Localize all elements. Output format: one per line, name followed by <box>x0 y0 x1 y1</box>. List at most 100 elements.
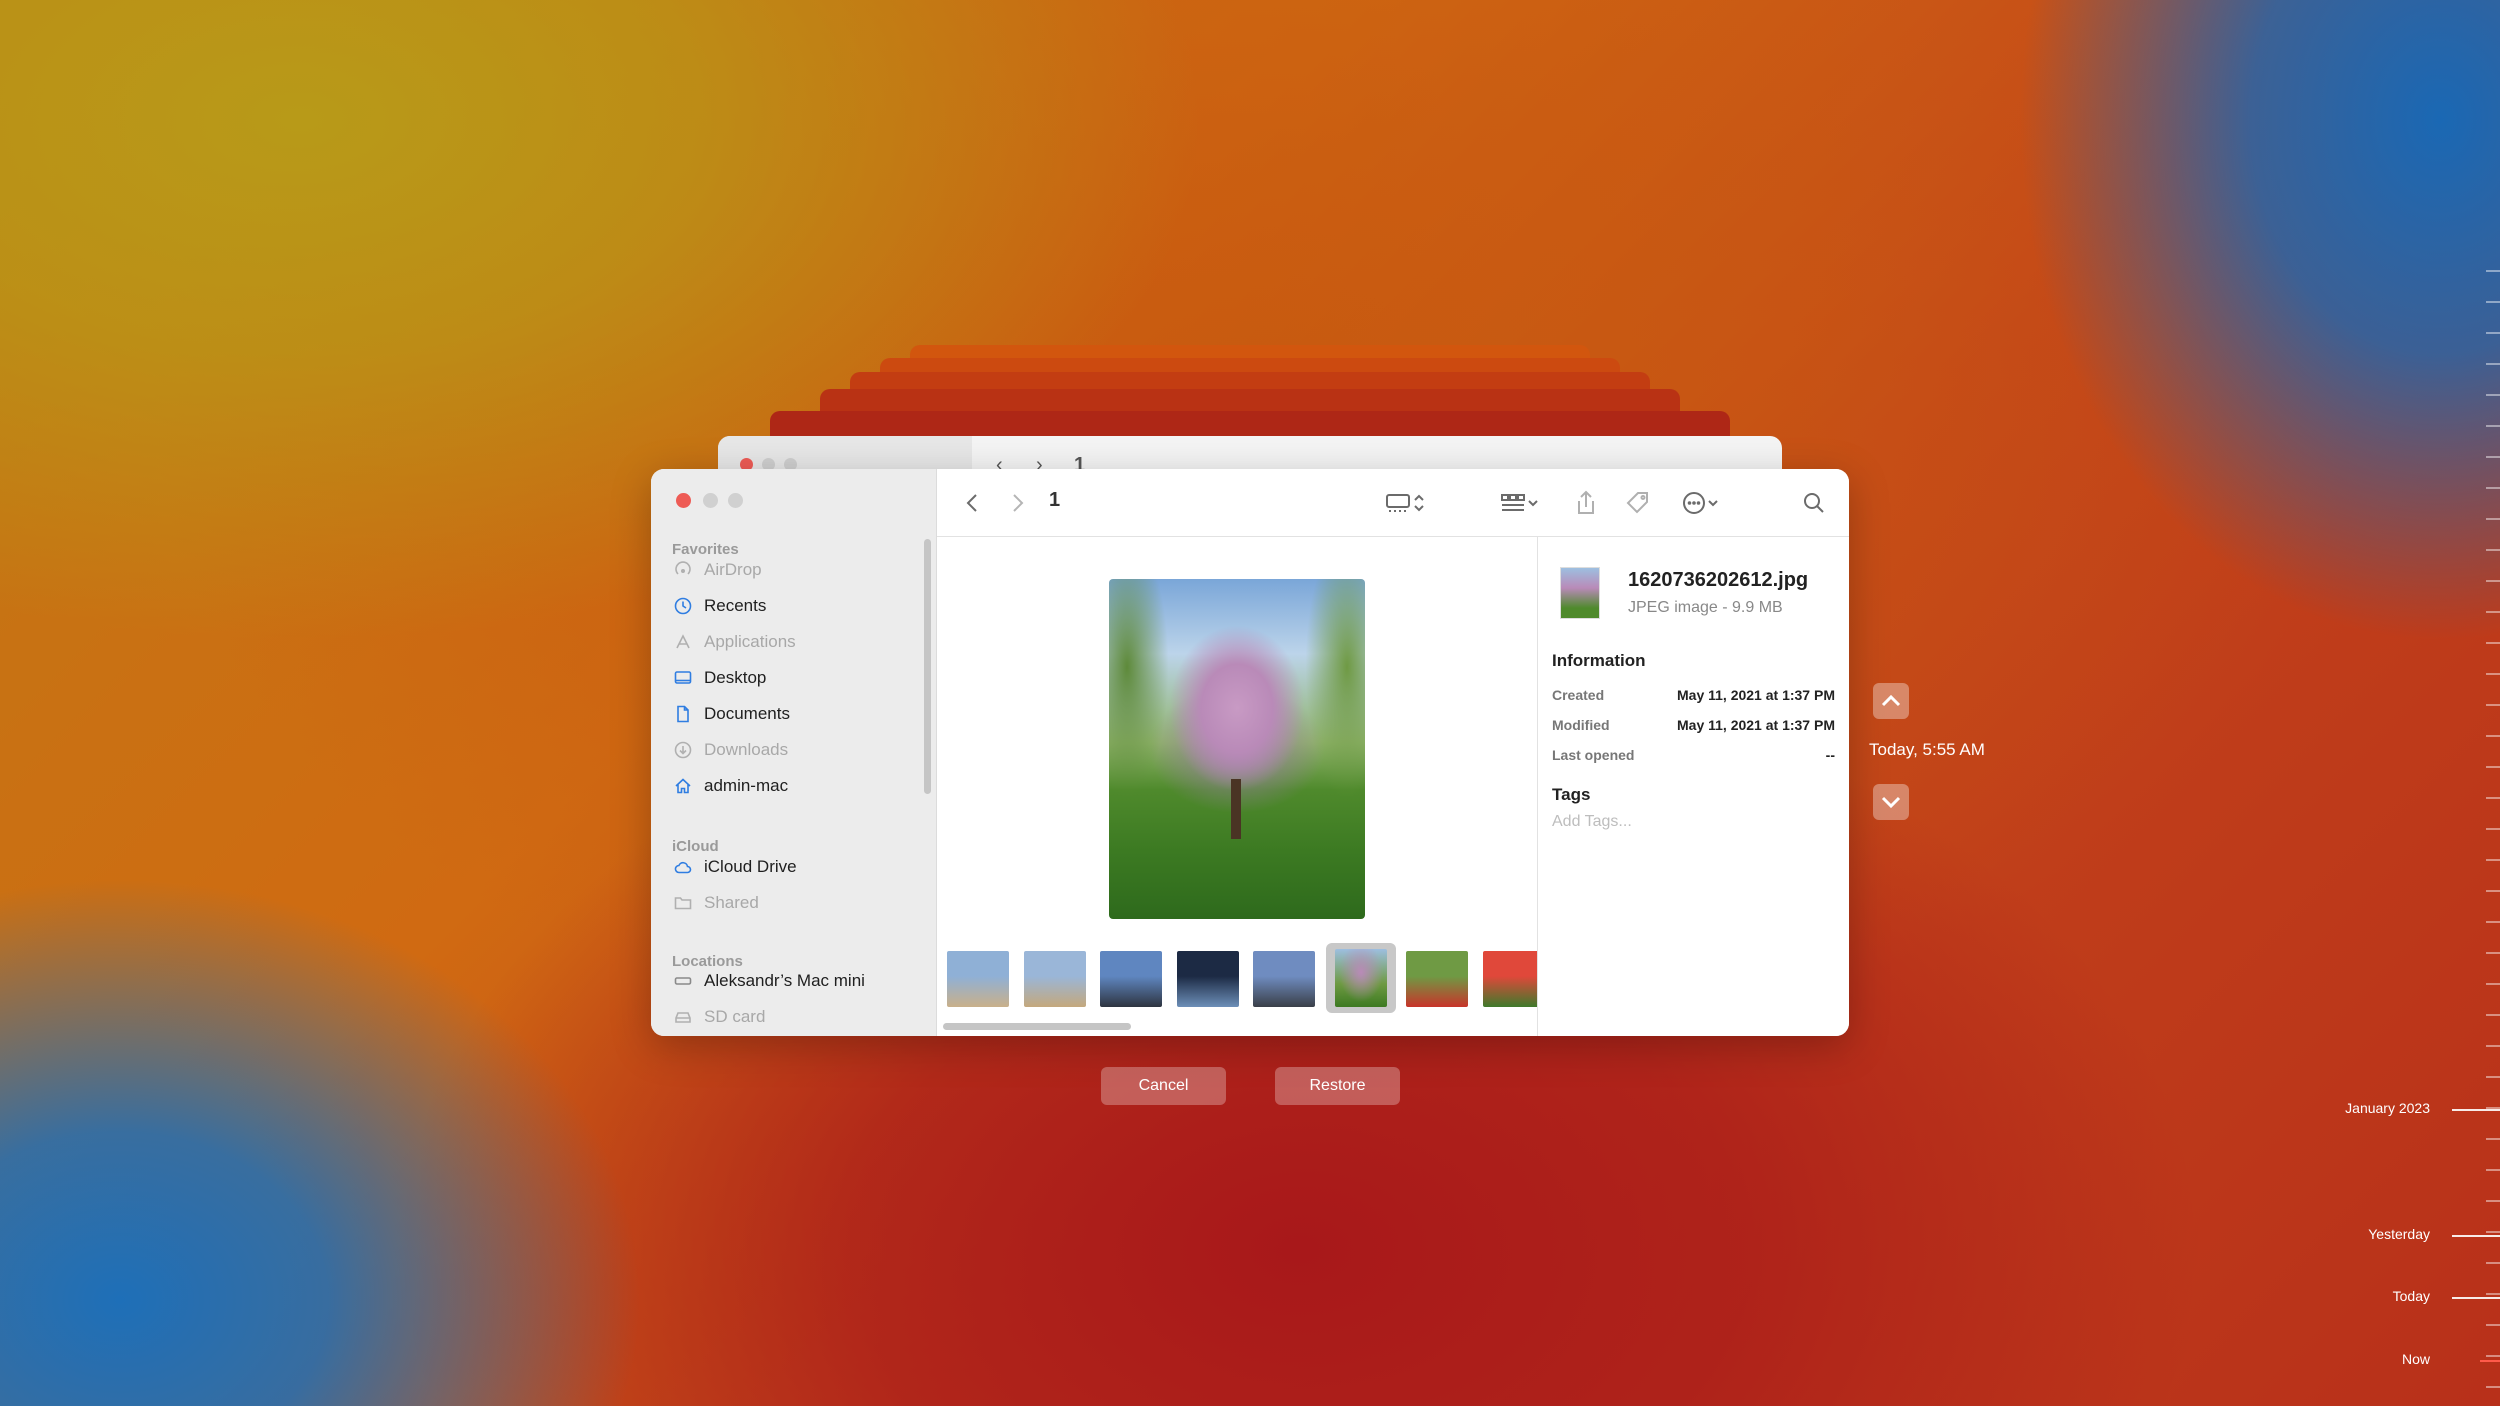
timeline-tick[interactable] <box>2486 549 2500 551</box>
timeline-tick[interactable] <box>2486 1293 2500 1295</box>
sidebar-item-label: Aleksandr’s Mac mini <box>704 971 865 990</box>
timeline-label-yesterday[interactable]: Yesterday <box>2368 1226 2430 1242</box>
gallery-view-icon <box>1386 494 1410 512</box>
sidebar-item-label: Recents <box>704 596 767 615</box>
timeline-tick-major[interactable] <box>2452 1235 2500 1237</box>
thumbnail[interactable] <box>1023 951 1086 1007</box>
info-key: Created <box>1552 687 1605 703</box>
timeline-tick[interactable] <box>2486 1386 2500 1388</box>
timeline-tick[interactable] <box>2486 1200 2500 1202</box>
snapshot-time: Today, 5:55 AM <box>1869 740 1985 759</box>
timeline-tick[interactable] <box>2486 580 2500 582</box>
forward-button[interactable] <box>1007 487 1029 519</box>
thumbnail[interactable] <box>1325 943 1396 1013</box>
timeline-tick[interactable] <box>2486 456 2500 458</box>
thumbnail[interactable] <box>1406 951 1468 1007</box>
timeline-tick[interactable] <box>2486 797 2500 799</box>
share-button[interactable] <box>1573 487 1599 519</box>
thumbnail[interactable] <box>1253 951 1315 1007</box>
timeline-tick[interactable] <box>2486 704 2500 706</box>
timeline-tick[interactable] <box>2486 1014 2500 1016</box>
thumbnail[interactable] <box>1176 951 1239 1007</box>
timeline-label-now[interactable]: Now <box>2402 1351 2430 1367</box>
add-tags-field[interactable]: Add Tags... <box>1552 813 1632 831</box>
file-thumbnail <box>1560 567 1600 619</box>
thumbnail[interactable] <box>1482 951 1545 1007</box>
timeline-tick[interactable] <box>2486 332 2500 334</box>
older-snapshot-button[interactable] <box>1873 784 1909 820</box>
search-button[interactable] <box>1799 487 1829 519</box>
file-type: JPEG image - 9.9 MB <box>1628 599 1783 616</box>
cancel-button[interactable]: Cancel <box>1101 1067 1226 1105</box>
finder-window[interactable]: Favorites AirDrop Recents Applications D… <box>651 469 1849 1036</box>
restore-button[interactable]: Restore <box>1275 1067 1400 1105</box>
sidebar-item-documents[interactable]: Documents <box>672 699 790 729</box>
timeline-label-today[interactable]: Today <box>2393 1288 2430 1304</box>
sidebar-item-admin-mac[interactable]: admin-mac <box>672 771 788 801</box>
timeline-tick[interactable] <box>2486 1262 2500 1264</box>
info-value: May 11, 2021 at 1:37 PM <box>1677 717 1835 733</box>
timeline-tick[interactable] <box>2486 766 2500 768</box>
timeline-tick[interactable] <box>2486 952 2500 954</box>
sidebar-item-mac-mini[interactable]: Aleksandr’s Mac mini <box>672 966 865 996</box>
preview-photo[interactable] <box>1109 579 1365 919</box>
more-actions-button[interactable] <box>1675 487 1725 519</box>
timeline-tick[interactable] <box>2486 735 2500 737</box>
timeline-tick[interactable] <box>2486 642 2500 644</box>
sidebar-item-desktop[interactable]: Desktop <box>672 663 766 693</box>
timeline-tick[interactable] <box>2486 859 2500 861</box>
timeline-tick[interactable] <box>2486 1045 2500 1047</box>
sidebar-item-recents[interactable]: Recents <box>672 591 766 621</box>
view-mode-button[interactable] <box>1377 487 1433 519</box>
info-value: May 11, 2021 at 1:37 PM <box>1677 687 1835 703</box>
timeline-tick[interactable] <box>2486 1169 2500 1171</box>
timeline-tick[interactable] <box>2486 1355 2500 1357</box>
timeline-tick[interactable] <box>2486 1138 2500 1140</box>
timeline-tick-now[interactable] <box>2480 1360 2500 1362</box>
timeline-tick[interactable] <box>2486 301 2500 303</box>
timeline-label-january-2023[interactable]: January 2023 <box>2345 1100 2430 1116</box>
timeline-tick[interactable] <box>2486 394 2500 396</box>
gallery-scrollbar[interactable] <box>943 1023 1131 1030</box>
sidebar-item-icloud-drive[interactable]: iCloud Drive <box>672 852 797 882</box>
timeline-tick[interactable] <box>2486 983 2500 985</box>
timeline-tick[interactable] <box>2486 425 2500 427</box>
sidebar-item-applications[interactable]: Applications <box>672 627 796 657</box>
timeline-tick[interactable] <box>2486 270 2500 272</box>
timeline-tick[interactable] <box>2486 487 2500 489</box>
timeline-tick[interactable] <box>2486 673 2500 675</box>
sidebar-item-label: SD card <box>704 1007 766 1026</box>
photo-tree-trunk <box>1231 779 1241 839</box>
close-button[interactable] <box>676 493 691 508</box>
sidebar-item-label: Desktop <box>704 668 767 687</box>
timeline-tick[interactable] <box>2486 1324 2500 1326</box>
timeline-tick[interactable] <box>2486 518 2500 520</box>
thumbnail[interactable] <box>1100 951 1162 1007</box>
timeline-tick[interactable] <box>2486 363 2500 365</box>
back-button[interactable] <box>961 487 983 519</box>
newer-snapshot-button[interactable] <box>1873 683 1909 719</box>
minimize-button[interactable] <box>703 493 718 508</box>
timeline-ticks[interactable] <box>2452 0 2500 1406</box>
timeline-tick[interactable] <box>2486 611 2500 613</box>
timeline-tick-major[interactable] <box>2452 1109 2500 1111</box>
sidebar-item-sd-card[interactable]: SD card <box>672 1002 765 1032</box>
zoom-button[interactable] <box>728 493 743 508</box>
group-button[interactable] <box>1493 487 1545 519</box>
photo-tree-left <box>1109 579 1169 799</box>
desktop-icon <box>672 667 694 689</box>
sidebar-item-airdrop[interactable]: AirDrop <box>672 555 762 585</box>
timeline-tick-major[interactable] <box>2452 1297 2500 1299</box>
timeline-tick[interactable] <box>2486 828 2500 830</box>
sidebar-item-shared[interactable]: Shared <box>672 888 759 918</box>
timeline-tick[interactable] <box>2486 1231 2500 1233</box>
tag-button[interactable] <box>1623 487 1653 519</box>
thumbnail[interactable] <box>947 951 1009 1007</box>
timeline-tick[interactable] <box>2486 1076 2500 1078</box>
timeline-tick[interactable] <box>2486 921 2500 923</box>
sidebar-item-label: Downloads <box>704 740 789 759</box>
sidebar-item-downloads[interactable]: Downloads <box>672 735 788 765</box>
timeline-tick[interactable] <box>2486 890 2500 892</box>
thumbnail-strip <box>947 943 1545 1013</box>
sidebar-scrollbar[interactable] <box>924 539 931 794</box>
